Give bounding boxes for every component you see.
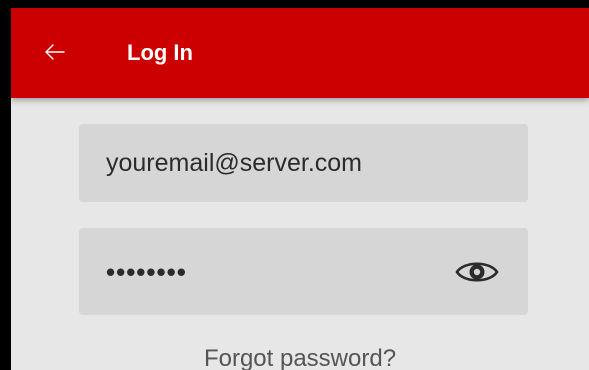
email-field[interactable]: youremail@server.com (79, 124, 528, 202)
arrow-left-icon (45, 44, 65, 60)
app-bar: Log In (11, 8, 589, 98)
login-screen: Log In youremail@server.com •••••••• For… (11, 8, 589, 370)
forgot-password-link[interactable]: Forgot password? (11, 344, 589, 370)
password-value: •••••••• (106, 257, 187, 287)
email-value: youremail@server.com (106, 149, 363, 177)
back-button[interactable] (41, 38, 69, 66)
show-password-button[interactable] (454, 258, 500, 286)
page-title: Log In (127, 40, 193, 65)
eye-icon (455, 262, 499, 282)
password-field[interactable]: •••••••• (79, 228, 528, 315)
